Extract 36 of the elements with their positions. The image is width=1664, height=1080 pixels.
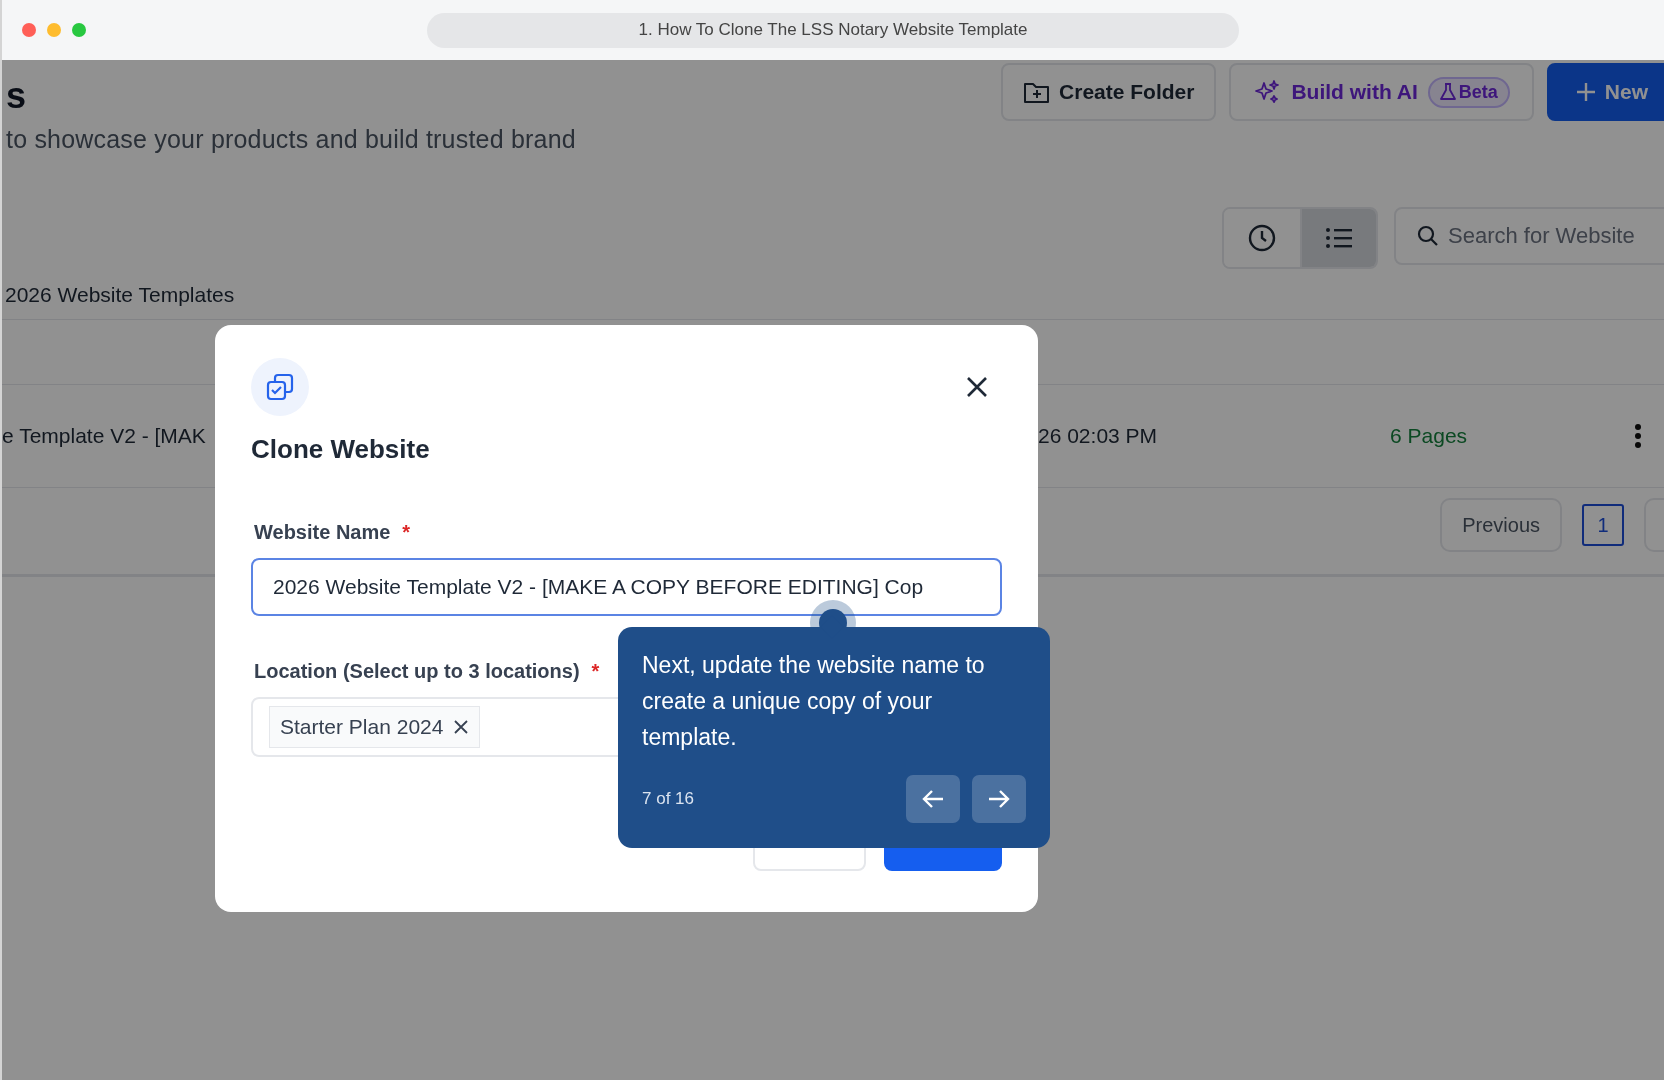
field-label: Website Name bbox=[254, 521, 391, 544]
dialog-title: Clone Website bbox=[251, 434, 431, 465]
remove-icon[interactable] bbox=[453, 719, 470, 735]
flask-icon bbox=[1439, 83, 1456, 101]
search-field[interactable]: Search for Website bbox=[1394, 207, 1664, 265]
field-label: Location (Select up to 3 locations) bbox=[254, 660, 580, 683]
window-title: 1. How To Clone The LSS Notary Website Template bbox=[427, 12, 1239, 48]
table-cell: e Template V2 - [MAK bbox=[2, 424, 206, 448]
more-options-icon[interactable] bbox=[1634, 423, 1642, 449]
step-counter: 7 of 16 bbox=[642, 789, 694, 809]
page-title: s bbox=[6, 75, 28, 117]
previous-button[interactable]: Previous bbox=[1440, 498, 1562, 552]
create-folder-button[interactable]: Create Folder bbox=[1001, 63, 1217, 121]
close-window-button[interactable] bbox=[22, 23, 36, 37]
page-subtitle: to showcase your products and build trusted brand bbox=[6, 125, 576, 154]
list-icon bbox=[1325, 226, 1353, 250]
search-icon bbox=[1416, 224, 1440, 248]
close-icon[interactable] bbox=[966, 376, 988, 398]
new-button[interactable]: New bbox=[1546, 63, 1664, 121]
required-asterisk: * bbox=[402, 521, 411, 544]
section-title: 2026 Website Templates bbox=[4, 282, 236, 308]
page-number-button[interactable]: 1 bbox=[1582, 504, 1624, 546]
arrow-right-icon bbox=[988, 789, 1010, 809]
build-with-ai-button[interactable]: Build with AI Beta bbox=[1229, 63, 1534, 121]
back-button[interactable] bbox=[906, 775, 960, 823]
arrow-left-icon bbox=[922, 789, 944, 809]
beta-badge: Beta bbox=[1427, 76, 1510, 108]
required-asterisk: * bbox=[591, 660, 600, 683]
table-cell: 6 Pages bbox=[1390, 424, 1468, 448]
website-name-field[interactable]: 2026 Website Template V2 - [MAKE A COPY BEFORE EDITING] Cop bbox=[251, 558, 1002, 616]
sparkles-icon bbox=[1253, 78, 1282, 106]
plus-icon bbox=[1574, 81, 1597, 103]
next-step-button[interactable] bbox=[972, 775, 1026, 823]
list-view-button[interactable] bbox=[1300, 209, 1376, 267]
table-cell: 26 02:03 PM bbox=[1038, 424, 1158, 448]
clock-icon bbox=[1247, 223, 1277, 253]
